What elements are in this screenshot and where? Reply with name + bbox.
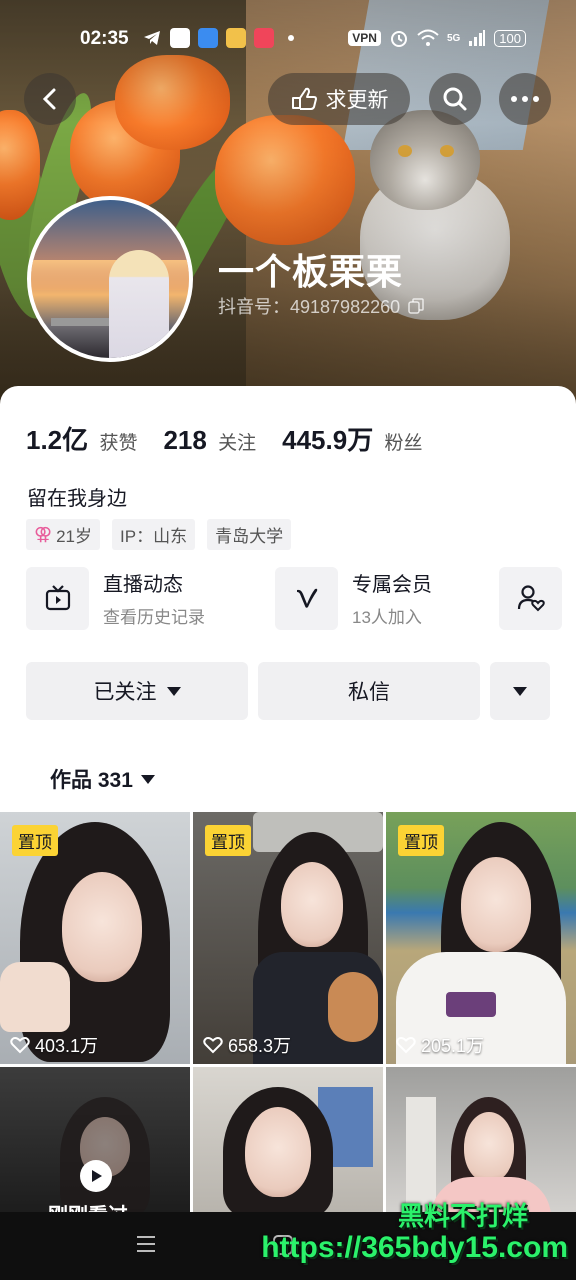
search-icon [443,87,467,111]
tv-icon [45,585,70,611]
heart-icon [203,1037,223,1054]
app-icon [198,28,218,48]
nickname: 一个板栗栗 [218,251,404,292]
watermark-line2: https://365bdy15.com [261,1231,568,1264]
video-grid: 置顶 403.1万 置顶 658.3万 置顶 205.1万 [0,812,576,1212]
following-label: 关注 [218,433,257,454]
live-title: 直播动态 [103,574,183,596]
live-subtitle: 查看历史记录 [103,608,205,627]
alarm-icon [390,31,407,47]
stats-row: 1.2亿 获赞 218 关注 445.9万 粉丝 [26,420,449,457]
recently-viewed-label: 刚刚看过 [48,1199,128,1212]
v-badge-icon [296,588,317,608]
video-thumbnail[interactable]: 置顶 205.1万 [386,812,576,1064]
app-icon [226,28,246,48]
video-thumbnail[interactable] [193,1067,383,1212]
avatar[interactable] [27,196,193,362]
stat-followers[interactable]: 445.9万 粉丝 [282,420,422,457]
watermark: 黑料不打烊 https://365bdy15.com [261,1196,568,1265]
member-subtitle: 13人加入 [352,608,422,627]
video-app-icon [254,28,274,48]
message-button[interactable]: 私信 [258,662,480,720]
followed-button[interactable]: 已关注 [26,662,248,720]
pinned-badge: 置顶 [205,825,251,856]
followed-label: 已关注 [93,681,157,704]
request-update-label: 求更新 [325,89,389,112]
works-label: 作品 331 [50,769,133,792]
ip-tag: IP：山东 [112,519,196,550]
watermark-line1: 黑料不打烊 [397,1201,528,1231]
video-likes: 658.3万 [203,1032,291,1058]
stat-following[interactable]: 218 关注 [163,425,256,456]
wifi-icon [417,29,439,46]
pinned-badge: 置顶 [398,825,444,856]
dot-icon [288,35,294,41]
video-thumbnail[interactable]: 置顶 403.1万 [0,812,190,1064]
likes-count-label: 658.3万 [228,1036,292,1056]
heart-icon [10,1037,30,1054]
play-icon [80,1160,112,1192]
search-button[interactable] [429,73,481,125]
stat-likes[interactable]: 1.2亿 获赞 [26,420,137,457]
video-thumbnail[interactable]: 刚刚看过 [0,1067,190,1212]
followers-label: 粉丝 [384,433,423,454]
heart-icon [396,1037,416,1054]
hand-point-icon [291,87,317,110]
more-options-button[interactable] [499,73,551,125]
caret-down-icon [166,686,181,696]
profile-info-panel: 1.2亿 获赞 218 关注 445.9万 粉丝 留在我身边 ⚢ 21岁 IP：… [0,386,576,812]
likes-count: 1.2亿 [26,425,89,455]
telegram-icon [144,31,160,45]
age-tag: ⚢ 21岁 [26,519,101,550]
request-update-button[interactable]: 求更新 [268,73,410,125]
message-label: 私信 [348,681,390,704]
bio: 留在我身边 [27,488,127,510]
tab-works[interactable]: 作品 331 [50,764,155,794]
more-dots-icon [511,96,539,102]
profile-tags: ⚢ 21岁 IP：山东 青岛大学 [26,519,292,550]
likes-count-label: 403.1万 [35,1036,99,1056]
mail-icon [170,28,190,48]
battery-icon: 100 [494,29,526,47]
network-type: 5G [446,32,461,44]
likes-count-label: 205.1万 [421,1036,485,1056]
more-actions-button[interactable] [490,662,550,720]
chevron-left-icon [42,88,56,110]
friend-entry[interactable] [499,566,562,630]
signal-icon [469,30,486,46]
back-button[interactable] [24,73,76,125]
caret-down-icon [513,686,527,696]
copy-icon[interactable] [408,298,424,314]
user-heart-icon [517,585,545,612]
video-thumbnail[interactable] [386,1067,576,1212]
status-bar: 02:35 VPN 5G 100 [0,22,576,58]
membership-entry[interactable]: 专属会员 13人加入 [275,566,432,630]
video-thumbnail[interactable]: 置顶 658.3万 [193,812,383,1064]
video-likes: 205.1万 [396,1032,484,1058]
caret-down-icon [140,774,155,784]
douyin-id-text: 抖音号：49187982260 [218,297,401,317]
likes-label: 获赞 [99,433,138,454]
pinned-badge: 置顶 [12,825,58,856]
member-title: 专属会员 [352,574,432,596]
vpn-badge: VPN [348,30,381,46]
following-count: 218 [163,425,207,455]
status-time: 02:35 [80,28,129,49]
age-label: 21岁 [56,527,93,546]
video-likes: 403.1万 [10,1032,98,1058]
female-icon: ⚢ [34,524,53,544]
followers-count: 445.9万 [282,425,374,455]
school-tag[interactable]: 青岛大学 [207,519,292,550]
douyin-id: 抖音号：49187982260 [218,293,424,319]
live-history-entry[interactable]: 直播动态 查看历史记录 [26,566,205,630]
menu-icon[interactable] [135,1234,157,1254]
